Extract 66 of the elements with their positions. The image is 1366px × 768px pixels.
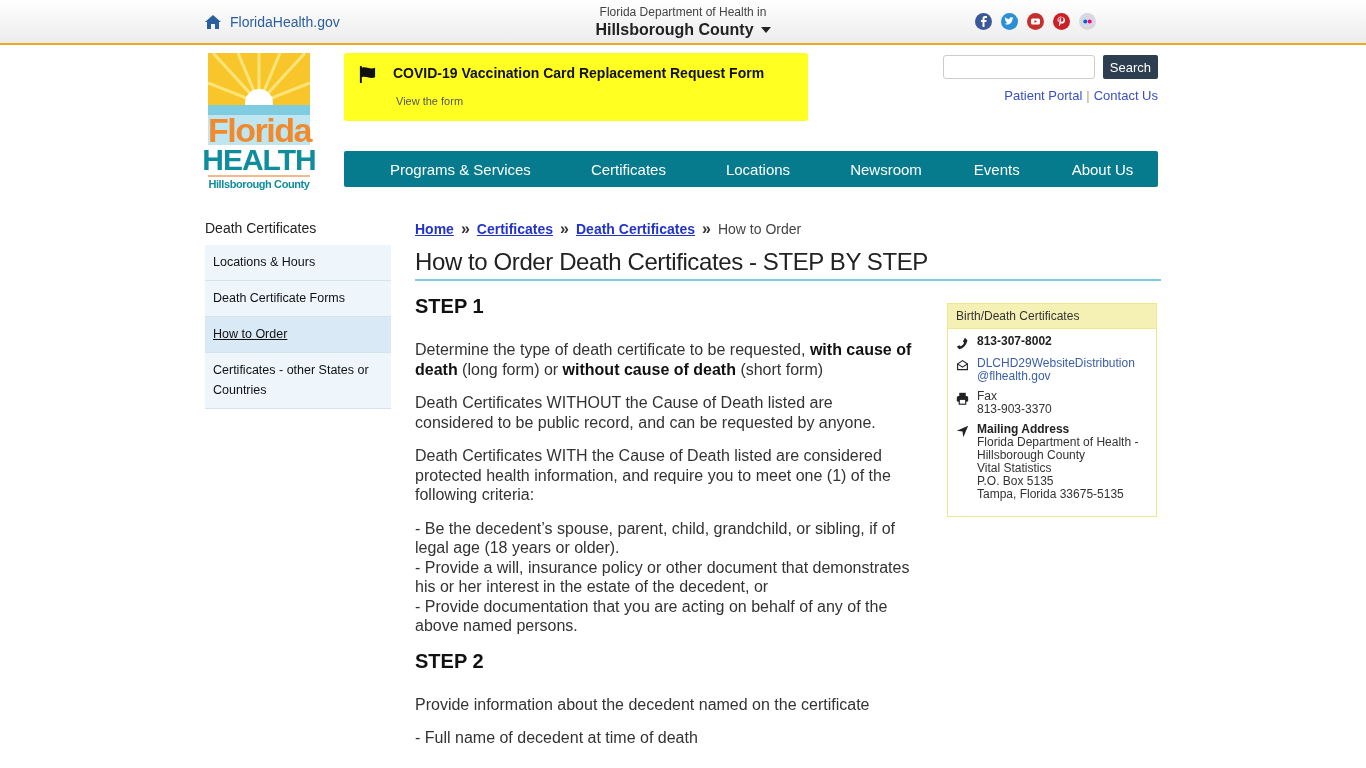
nav-link[interactable]: Events: [973, 160, 1020, 178]
location-arrow-icon: [956, 425, 969, 438]
nav-link[interactable]: Locations: [725, 160, 791, 178]
paragraph: Provide information about the decedent named on the certificate: [415, 694, 871, 714]
paragraph: Death Certificates WITH the Cause of Death listed are considered protected health information, and require you to meet one (1) of the following criteria:: [415, 446, 892, 505]
page-title: How to Order Death Certificates - STEP BY STEP: [415, 248, 1161, 281]
site-link[interactable]: FloridaHealth.gov: [205, 13, 505, 30]
paragraph: Determine the type of death certificate to be requested, with cause of death (long form) or without cause of death (short form): [415, 340, 913, 379]
nav-link[interactable]: Certificates: [590, 160, 666, 178]
department-label: Florida Department of Health in: [599, 5, 767, 20]
contact-text: 813-307-8002: [977, 335, 1052, 348]
breadcrumb-separator: »: [560, 220, 569, 238]
contact-text: Mailing Address: [977, 423, 1071, 436]
county-dropdown[interactable]: Hillsborough County: [595, 20, 771, 40]
contact-text: P.O. Box 5135: [977, 475, 1055, 488]
sidebar-title: Death Certificates: [205, 220, 318, 236]
envelope-icon: [956, 359, 969, 372]
breadcrumb-link[interactable]: Death Certificates: [576, 221, 696, 237]
step-heading: STEP 2: [415, 649, 485, 673]
contact-text: Fax: [977, 390, 998, 403]
video-icon[interactable]: [1027, 13, 1045, 30]
breadcrumb-current: How to Order: [717, 221, 802, 237]
contact-text: 813-903-3370: [977, 403, 1052, 416]
step-heading: STEP 1: [415, 295, 485, 318]
separator: |: [1086, 88, 1090, 103]
email-link[interactable]: @flhealth.gov: [977, 370, 1135, 383]
list-line: - Provide a will, insurance policy or other document that demonstrates his or her interest in the estate of the decedent, or: [415, 557, 911, 597]
sidebar-item[interactable]: Locations & Hours: [205, 245, 391, 281]
home-icon: [205, 14, 221, 29]
breadcrumb-separator: »: [460, 220, 470, 238]
flag-icon: [358, 65, 377, 84]
breadcrumb-separator: »: [702, 220, 711, 238]
alert-link[interactable]: View the form: [396, 95, 765, 107]
dots-icon[interactable]: [1079, 13, 1097, 30]
nav-link[interactable]: Programs & Services: [390, 160, 531, 178]
sidebar-item[interactable]: Certificates - other States or Countries: [205, 353, 391, 409]
list-line: - Be the decedent’s spouse, parent, child, grandchild, or sibling, if of legal age (18 years or older).: [415, 518, 896, 558]
email-link[interactable]: DLCHD29WebsiteDistribution: [977, 357, 1135, 370]
contact-box-title: Birth/Death Certificates: [948, 304, 1156, 329]
contact-text: Vital Statistics: [977, 462, 1052, 475]
contact-text: Tampa, Florida 33675-5135: [977, 488, 1125, 501]
search-button[interactable]: Search: [1102, 55, 1158, 79]
utility-link[interactable]: Contact Us: [1093, 88, 1158, 103]
contact-text: Hillsborough County: [977, 449, 1087, 462]
logo-text: Florida: [208, 115, 310, 145]
sidebar-item[interactable]: Death Certificate Forms: [205, 281, 391, 317]
logo-text: Hillsborough County: [208, 175, 310, 190]
caret-icon: [760, 27, 771, 33]
pin-icon[interactable]: [1053, 13, 1071, 30]
printer-icon: [956, 392, 969, 405]
sidebar-item[interactable]: How to Order: [205, 317, 391, 353]
alert-title: COVID-19 Vaccination Card Replacement Request Form: [393, 65, 765, 81]
list-line: - Full name of decedent at time of death: [415, 728, 699, 748]
contact-text: Florida Department of Health -: [977, 436, 1139, 449]
bird-icon[interactable]: [1001, 13, 1019, 30]
phone-icon: [956, 337, 969, 350]
utility-link[interactable]: Patient Portal: [1004, 88, 1083, 103]
nav-link[interactable]: About Us: [1071, 160, 1134, 178]
breadcrumb-link[interactable]: Certificates: [476, 221, 554, 237]
list-line: - Provide documentation that you are acting on behalf of any of the above named persons.: [415, 596, 889, 636]
nav-link[interactable]: Newsroom: [850, 160, 922, 178]
facebook-icon[interactable]: [975, 13, 993, 30]
search-field[interactable]: [942, 55, 1095, 79]
paragraph: Death Certificates WITHOUT the Cause of Death listed are considered to be public record, and can be requested by anyone.: [415, 393, 877, 432]
logo-text: HEALTH: [202, 145, 316, 175]
breadcrumb-link[interactable]: Home: [415, 221, 454, 237]
